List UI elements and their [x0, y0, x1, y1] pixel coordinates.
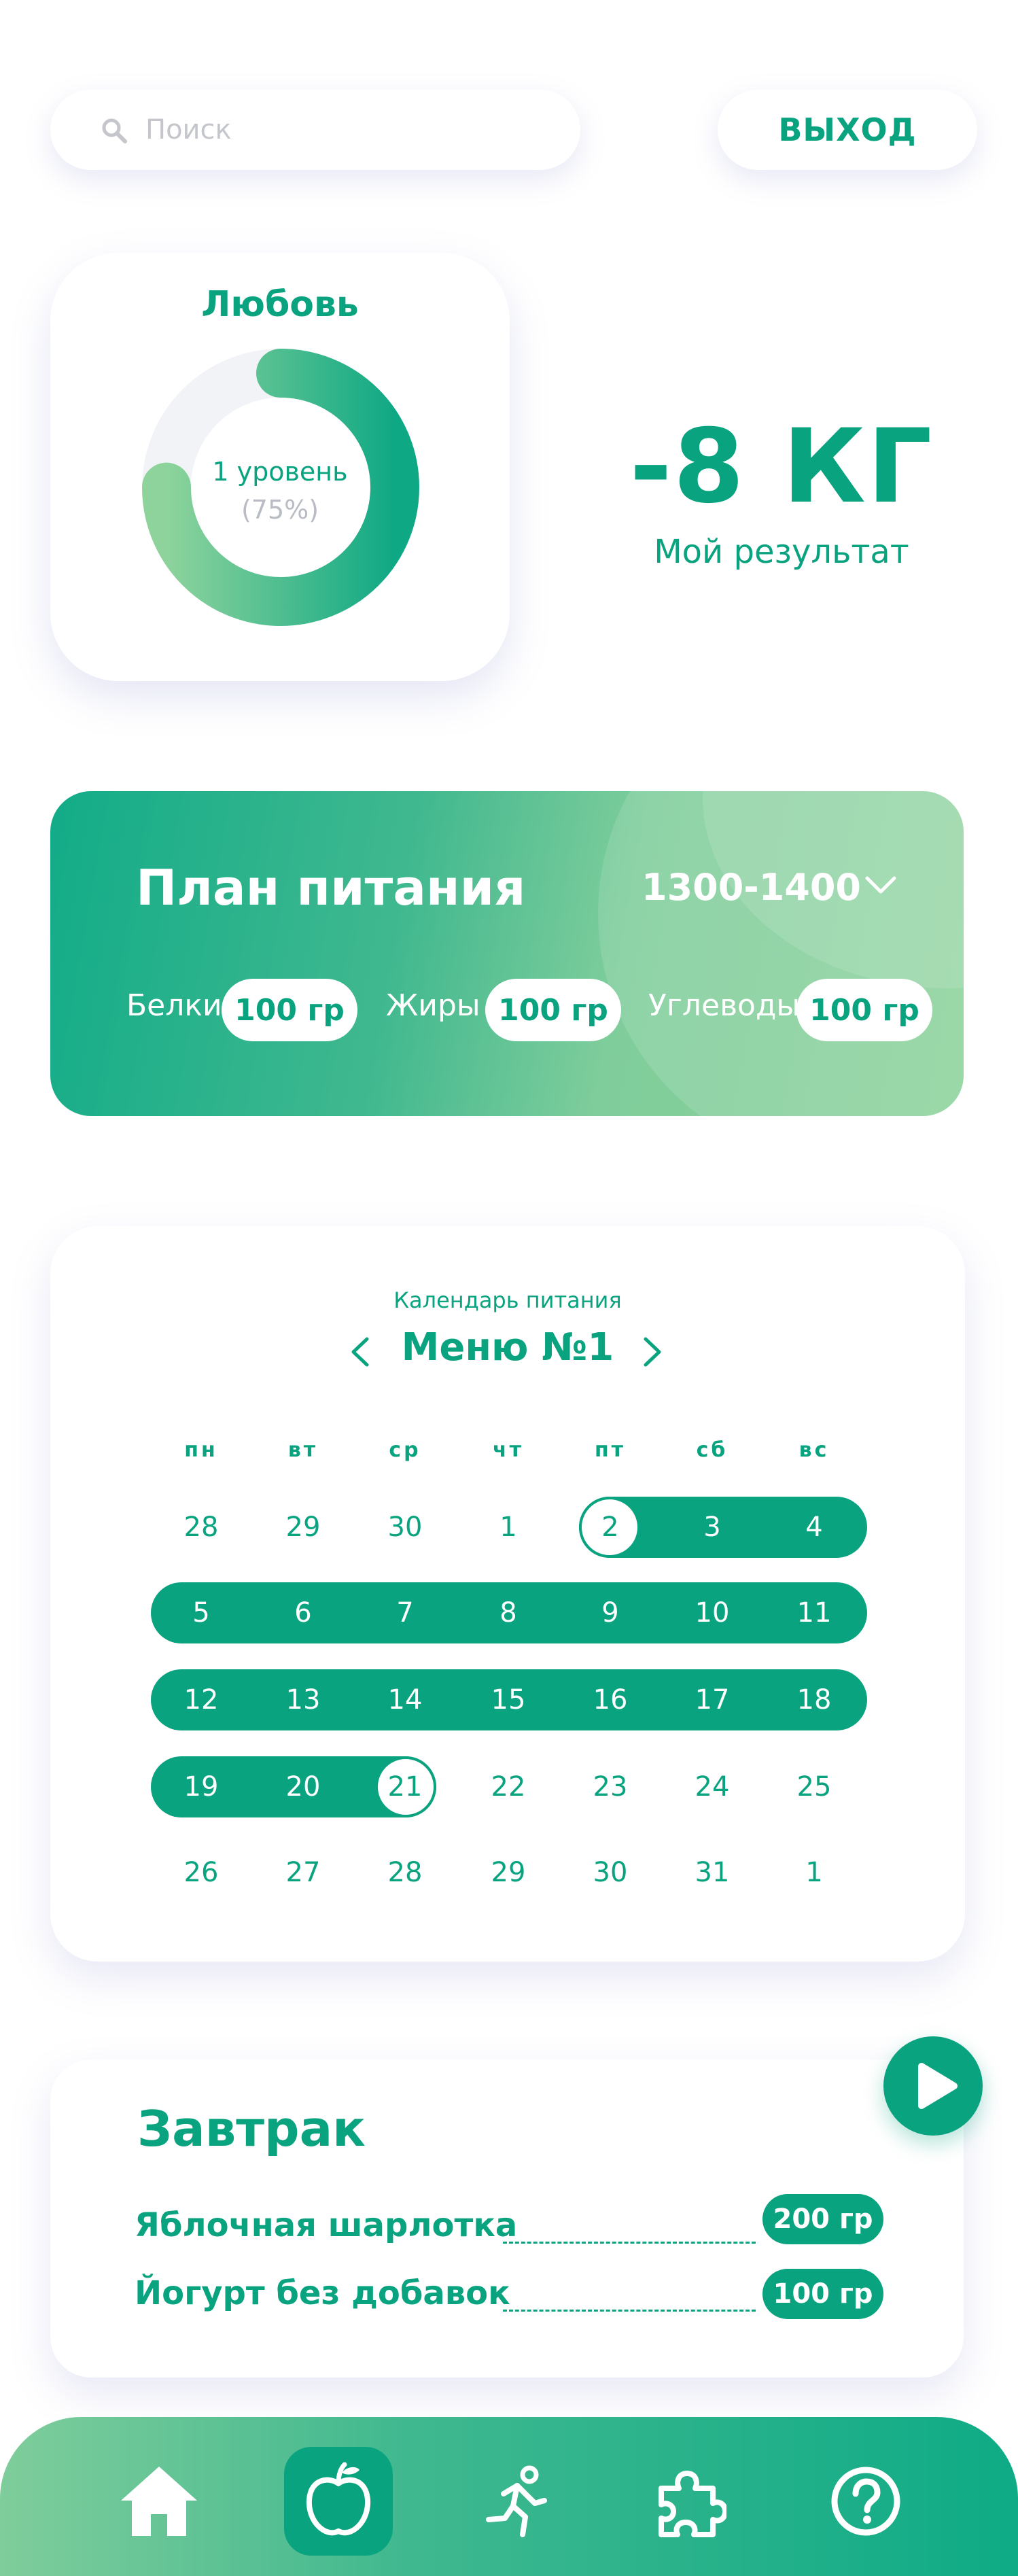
calendar-day[interactable]: 27: [269, 1842, 337, 1903]
level-percent: (75%): [241, 495, 319, 525]
home-icon: [121, 2467, 197, 2536]
calendar-day[interactable]: 30: [576, 1842, 644, 1903]
weekday-label: вс: [798, 1438, 830, 1462]
calendar-day[interactable]: 15: [474, 1669, 542, 1730]
apple-icon: [306, 2462, 371, 2536]
weekday-label: пт: [594, 1438, 627, 1462]
meal-item-name: Яблочная шарлотка: [135, 2206, 518, 2244]
search-input[interactable]: [145, 114, 526, 145]
calendar-day[interactable]: 18: [780, 1669, 848, 1730]
meal-item-name: Йогурт без добавок: [135, 2274, 510, 2312]
search-field[interactable]: [50, 90, 580, 170]
calendar-day[interactable]: 20: [269, 1756, 337, 1817]
weekday-label: вт: [287, 1438, 319, 1462]
logout-button[interactable]: ВЫХОД: [718, 90, 977, 170]
calendar-day[interactable]: 17: [678, 1669, 746, 1730]
leader-dots: [503, 2242, 756, 2244]
nav-nutrition[interactable]: [284, 2447, 393, 2556]
calendar-day[interactable]: 3: [678, 1497, 746, 1558]
level-card-title: Любовь: [201, 284, 359, 325]
play-icon: [918, 2063, 958, 2109]
search-icon: [102, 118, 127, 143]
bottom-navigation: [0, 2417, 1018, 2576]
weekday-label: ср: [389, 1438, 421, 1462]
calendar-day[interactable]: 24: [678, 1756, 746, 1817]
calendar-day[interactable]: 28: [371, 1842, 439, 1903]
protein-value-badge: 100 гр: [222, 979, 357, 1041]
help-icon: [831, 2467, 900, 2536]
level-text: 1 уровень: [212, 457, 348, 487]
chevron-down-icon[interactable]: [863, 867, 898, 903]
puzzle-icon: [659, 2471, 726, 2537]
calendar-day[interactable]: 31: [678, 1842, 746, 1903]
calendar-day[interactable]: 16: [576, 1669, 644, 1730]
chevron-right-icon[interactable]: [639, 1335, 666, 1369]
weekday-label: сб: [696, 1438, 729, 1462]
weekday-label: чт: [493, 1438, 524, 1462]
calendar-day[interactable]: 1: [780, 1842, 848, 1903]
calorie-range-select[interactable]: 1300-1400: [642, 866, 861, 909]
calendar-day[interactable]: 28: [167, 1497, 235, 1558]
calendar-day[interactable]: 7: [371, 1582, 439, 1643]
fat-value-badge: 100 гр: [485, 979, 621, 1041]
nav-games[interactable]: [635, 2447, 743, 2556]
calendar-day[interactable]: 22: [474, 1756, 542, 1817]
weight-result-value: -8 КГ: [629, 408, 934, 526]
calendar-day[interactable]: 13: [269, 1669, 337, 1730]
meal-plan-title: План питания: [136, 859, 526, 916]
calendar-day[interactable]: 2: [576, 1497, 644, 1558]
calendar-day[interactable]: 21: [371, 1756, 439, 1817]
calendar-day[interactable]: 14: [371, 1669, 439, 1730]
meal-item-amount: 100 гр: [762, 2269, 883, 2319]
calendar-day[interactable]: 29: [474, 1842, 542, 1903]
weekday-label: пн: [184, 1438, 218, 1462]
nav-home[interactable]: [105, 2447, 213, 2556]
calendar-day[interactable]: 10: [678, 1582, 746, 1643]
meal-item-amount: 200 гр: [762, 2194, 883, 2244]
calendar-day[interactable]: 23: [576, 1756, 644, 1817]
calendar-day[interactable]: 6: [269, 1582, 337, 1643]
calendar-day[interactable]: 5: [167, 1582, 235, 1643]
calendar-day[interactable]: 12: [167, 1669, 235, 1730]
chevron-left-icon[interactable]: [347, 1335, 374, 1369]
meal-calendar: Календарь питания Меню №1 пн вт ср чт пт…: [50, 1226, 965, 1962]
level-card[interactable]: Любовь 1 уровень (75%): [50, 253, 510, 681]
nav-help[interactable]: [811, 2447, 920, 2556]
breakfast-card: Завтрак Яблочная шарлотка 200 гр Йогурт …: [50, 2059, 964, 2378]
calendar-day[interactable]: 29: [269, 1497, 337, 1558]
calendar-day[interactable]: 1: [474, 1497, 542, 1558]
calendar-caption: Календарь питания: [393, 1287, 622, 1313]
leader-dots: [503, 2310, 756, 2312]
meal-plan-card: План питания 1300-1400 Белки 100 гр Жиры…: [50, 791, 964, 1116]
breakfast-title: Завтрак: [137, 2100, 366, 2157]
calendar-day[interactable]: 9: [576, 1582, 644, 1643]
fat-label: Жиры: [386, 988, 480, 1023]
calendar-day[interactable]: 4: [780, 1497, 848, 1558]
weight-result-label: Мой результат: [654, 533, 909, 571]
calendar-day[interactable]: 8: [474, 1582, 542, 1643]
calendar-menu-title: Меню №1: [401, 1325, 614, 1370]
nav-activity[interactable]: [462, 2447, 571, 2556]
calendar-day[interactable]: 30: [371, 1497, 439, 1558]
play-button[interactable]: [883, 2036, 983, 2136]
calendar-day[interactable]: 25: [780, 1756, 848, 1817]
carbs-value-badge: 100 гр: [796, 979, 932, 1041]
running-icon: [486, 2465, 547, 2537]
calendar-day[interactable]: 11: [780, 1582, 848, 1643]
calendar-day[interactable]: 26: [167, 1842, 235, 1903]
carbs-label: Углеводы: [648, 988, 801, 1023]
calendar-day[interactable]: 19: [167, 1756, 235, 1817]
protein-label: Белки: [126, 988, 222, 1023]
